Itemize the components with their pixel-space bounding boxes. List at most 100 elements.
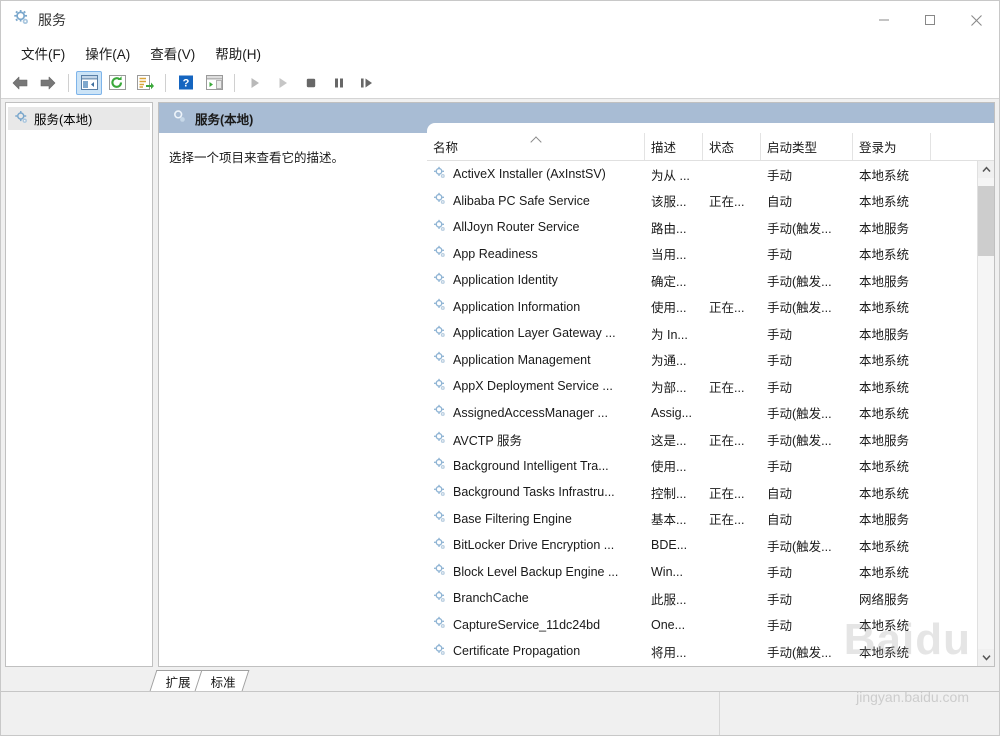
main-body: 服务(本地) 服务(本地) 选择一个项目来查看它的描述。 名称 描述 状态 启动… (1, 99, 999, 667)
scrollbar-thumb[interactable] (978, 186, 994, 256)
cell-desc: 这是... (651, 433, 687, 448)
resume-service-icon[interactable] (270, 71, 296, 95)
status-bar-secondary (719, 692, 999, 735)
column-header-row: 名称 描述 状态 启动类型 登录为 (427, 133, 994, 161)
table-row[interactable]: AppX Deployment Service ... 为部... 正在... 手动 本… (427, 373, 977, 400)
tab-extended-label: 扩展 (165, 675, 191, 690)
close-button[interactable] (953, 1, 999, 39)
table-row[interactable]: BranchCache 此服... 手动 网络服务 (427, 585, 977, 612)
table-row[interactable]: Base Filtering Engine 基本... 正在... 自动 本地服务 (427, 506, 977, 533)
cell-desc: 使用... (651, 301, 687, 316)
service-name-label: Block Level Backup Engine ... (453, 564, 619, 579)
cell-status: 正在... (709, 301, 745, 316)
tree-node-services-local[interactable]: 服务(本地) (8, 107, 150, 130)
column-header-description[interactable]: 描述 (645, 133, 703, 160)
cell-desc: BDE... (651, 538, 688, 553)
menu-file[interactable]: 文件(F) (11, 40, 75, 66)
cell-name: Base Filtering Engine (427, 510, 645, 527)
service-name-label: Background Tasks Infrastru... (453, 485, 615, 500)
service-name-label: BranchCache (453, 591, 529, 606)
cell-logon: 本地系统 (859, 619, 910, 634)
service-gear-icon (433, 457, 447, 474)
cell-start: 手动 (767, 619, 793, 634)
vertical-scrollbar[interactable] (977, 161, 994, 666)
refresh-icon[interactable] (104, 71, 130, 95)
service-gear-icon (433, 378, 447, 395)
table-row[interactable]: AssignedAccessManager ... Assig... 手动(触发..… (427, 400, 977, 427)
menu-help[interactable]: 帮助(H) (205, 40, 271, 66)
service-gear-icon (433, 351, 447, 368)
table-row[interactable]: Application Management 为通... 手动 本地系统 (427, 347, 977, 374)
table-row[interactable]: ActiveX Installer (AxInstSV) 为从 ... 手动 本地系统 (427, 161, 977, 188)
table-row[interactable]: Application Identity 确定... 手动(触发... 本地服务 (427, 267, 977, 294)
restart-service-icon[interactable] (354, 71, 380, 95)
column-header-log-on-as[interactable]: 登录为 (853, 133, 931, 160)
toolbar-separator (165, 73, 166, 92)
column-header-startup-type[interactable]: 启动类型 (761, 133, 853, 160)
service-gear-icon (433, 166, 447, 183)
cell-name: AppX Deployment Service ... (427, 378, 645, 395)
window-controls (861, 1, 999, 39)
back-icon[interactable] (7, 71, 33, 95)
menu-view[interactable]: 查看(V) (140, 40, 205, 66)
column-header-status[interactable]: 状态 (703, 133, 761, 160)
service-gear-icon (433, 219, 447, 236)
scroll-down-arrow-icon[interactable] (978, 649, 994, 666)
service-gear-icon (433, 484, 447, 501)
tab-standard[interactable]: 标准 (194, 670, 250, 691)
services-gear-icon (13, 9, 30, 31)
stop-service-icon[interactable] (298, 71, 324, 95)
cell-start: 手动(触发... (767, 301, 832, 316)
cell-logon: 本地系统 (859, 539, 910, 554)
service-gear-icon (433, 404, 447, 421)
table-row[interactable]: Application Layer Gateway ... 为 In... 手动 本地… (427, 320, 977, 347)
start-service-icon[interactable] (242, 71, 268, 95)
cell-start: 自动 (767, 513, 793, 528)
table-row[interactable]: Alibaba PC Safe Service 该服... 正在... 自动 本地系统 (427, 188, 977, 215)
console-tree-pane: 服务(本地) (5, 102, 153, 667)
table-row[interactable]: Application Information 使用... 正在... 手动(触发..… (427, 294, 977, 321)
service-description-text: 选择一个项目来查看它的描述。 (169, 151, 345, 165)
cell-desc: 当用... (651, 248, 687, 263)
cell-desc: Assig... (651, 405, 692, 420)
cell-desc: 为从 ... (651, 168, 690, 183)
service-name-label: App Readiness (453, 246, 538, 261)
cell-start: 手动 (767, 380, 793, 395)
maximize-button[interactable] (907, 1, 953, 39)
forward-icon[interactable] (35, 71, 61, 95)
cell-logon: 本地系统 (859, 407, 910, 422)
cell-logon: 本地服务 (859, 513, 910, 528)
service-name-label: Base Filtering Engine (453, 511, 572, 526)
cell-logon: 本地系统 (859, 486, 910, 501)
services-grid: 名称 描述 状态 启动类型 登录为 ActiveX Installer (AxI… (427, 133, 994, 666)
table-row[interactable]: Background Intelligent Tra... 使用... 手动 本地系统 (427, 453, 977, 480)
table-row[interactable]: Block Level Backup Engine ... Win... 手动 本地系… (427, 559, 977, 586)
pause-service-icon[interactable] (326, 71, 352, 95)
tab-standard-label: 标准 (210, 675, 236, 690)
table-row[interactable]: CaptureService_11dc24bd One... 手动 本地系统 (427, 612, 977, 639)
service-name-label: Background Intelligent Tra... (453, 458, 609, 473)
minimize-button[interactable] (861, 1, 907, 39)
show-hide-console-tree-icon[interactable] (76, 70, 102, 95)
table-row[interactable]: AVCTP 服务 这是... 正在... 手动(触发... 本地服务 (427, 426, 977, 453)
table-row[interactable]: Client License Service (Clip...提供手动(触发..… (427, 665, 977, 667)
table-row[interactable]: App Readiness 当用... 手动 本地系统 (427, 241, 977, 268)
table-row[interactable]: BitLocker Drive Encryption ... BDE... 手动(触… (427, 532, 977, 559)
table-row[interactable]: AllJoyn Router Service 路由... 手动(触发... 本地服务 (427, 214, 977, 241)
column-header-name[interactable]: 名称 (427, 133, 645, 160)
service-gear-icon (433, 245, 447, 262)
scrollbar-track[interactable] (978, 178, 994, 649)
cell-start: 手动 (767, 354, 793, 369)
cell-name: Certificate Propagation (427, 643, 645, 660)
help-icon[interactable]: ? (173, 71, 199, 95)
menu-action[interactable]: 操作(A) (75, 40, 140, 66)
scroll-up-arrow-icon[interactable] (978, 161, 994, 178)
export-list-icon[interactable] (132, 71, 158, 95)
cell-name: Alibaba PC Safe Service (427, 192, 645, 209)
show-action-pane-icon[interactable] (201, 71, 227, 95)
table-row[interactable]: Certificate Propagation 将用... 手动(触发... 本地系统 (427, 638, 977, 665)
table-row[interactable]: Background Tasks Infrastru... 控制... 正在... 自… (427, 479, 977, 506)
service-name-label: Application Information (453, 299, 581, 314)
tree-node-label: 服务(本地) (34, 113, 93, 127)
cell-desc: 控制... (651, 486, 687, 501)
